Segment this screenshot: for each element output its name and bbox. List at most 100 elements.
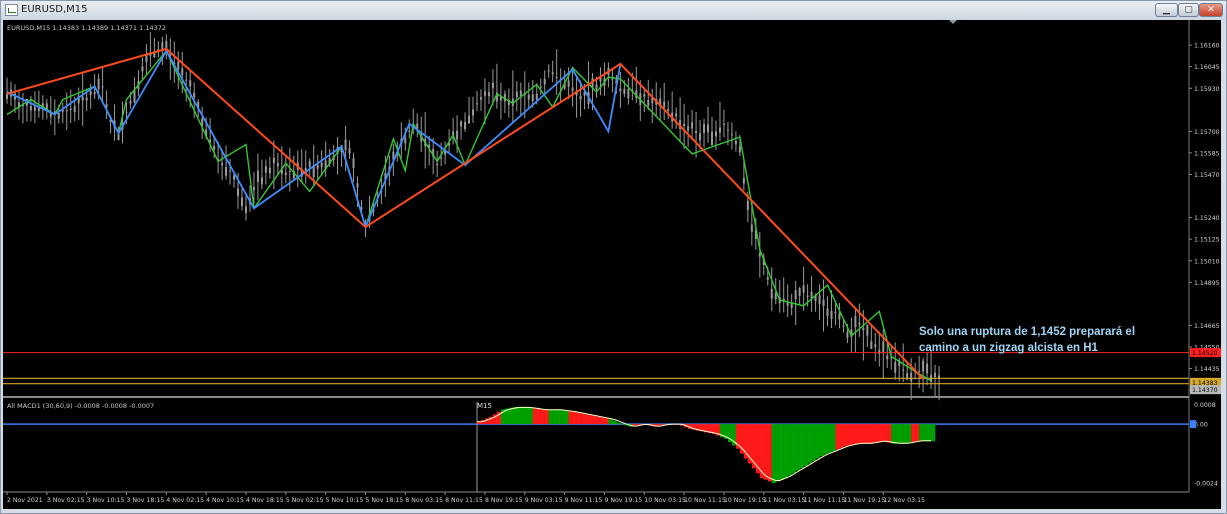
macd-histogram-bar xyxy=(871,424,876,443)
close-button[interactable]: ✕ xyxy=(1199,3,1223,17)
candle-body xyxy=(85,97,88,101)
candle-body xyxy=(260,177,263,185)
candle-body xyxy=(527,94,530,100)
macd-histogram-bar xyxy=(879,424,884,442)
candle-body xyxy=(874,344,877,347)
candle-body xyxy=(894,362,897,373)
time-tick-label: 4 Nov 02:15 xyxy=(166,497,204,504)
macd-histogram-bar xyxy=(520,406,525,425)
macd-histogram-bar xyxy=(891,424,896,444)
candle-body xyxy=(81,96,84,101)
candle-body xyxy=(468,115,471,124)
candle-body xyxy=(535,93,538,100)
candle-body xyxy=(229,170,232,172)
macd-histogram-bar xyxy=(831,424,836,452)
candle-body xyxy=(547,70,550,72)
macd-histogram-bar xyxy=(779,424,784,480)
time-tick-label: 11 Nov 03:15 xyxy=(764,497,806,504)
candle-body xyxy=(830,310,833,320)
macd-histogram-bar xyxy=(656,424,661,426)
candle-body xyxy=(531,94,534,102)
candle-body xyxy=(499,97,502,101)
macd-histogram-bar xyxy=(560,409,565,425)
candle-body xyxy=(579,95,582,100)
minimize-button[interactable]: ▁ xyxy=(1155,3,1178,17)
price-chart[interactable]: M15 1.16160 1.16045 1.15930 1.15700 1.15585 1… xyxy=(3,20,1221,509)
price-tick-label: 1.16160 xyxy=(1194,43,1220,50)
maximize-button[interactable]: ▢ xyxy=(1178,3,1199,17)
timeframe-marker-label: M15 xyxy=(477,402,492,410)
title-bar[interactable]: EURUSD,M15 ▁ ▢ ✕ xyxy=(1,1,1226,20)
candle-body xyxy=(766,277,769,280)
candle-body xyxy=(810,291,813,299)
candle-body xyxy=(683,123,686,126)
macd-histogram-bar xyxy=(827,424,832,453)
macd-histogram-bar xyxy=(564,410,569,425)
candle-body xyxy=(691,122,694,129)
candle-body xyxy=(288,171,291,173)
time-tick-label: 10 Nov 11:15 xyxy=(684,497,726,504)
candle-body xyxy=(312,166,315,178)
macd-histogram-bar xyxy=(899,424,904,444)
macd-histogram-bar xyxy=(919,424,924,442)
candle-body xyxy=(479,97,482,100)
candle-body xyxy=(806,295,809,297)
candle-body xyxy=(663,101,666,108)
macd-histogram-bar xyxy=(592,415,597,425)
candle-body xyxy=(934,372,937,377)
candle-body xyxy=(464,122,467,130)
candle-body xyxy=(264,166,267,173)
candle-body xyxy=(241,197,243,206)
macd-histogram-bar xyxy=(572,411,577,425)
price-tick-label: 1.15125 xyxy=(1194,237,1220,244)
macd-histogram-bar xyxy=(616,422,621,425)
macd-histogram-bar xyxy=(596,416,601,425)
macd-histogram-bar xyxy=(803,424,808,466)
price-tick-label: 1.14435 xyxy=(1194,366,1220,373)
candle-body xyxy=(276,162,279,167)
candle-body xyxy=(675,113,678,117)
candle-body xyxy=(922,360,925,372)
time-tick-label: 3 Nov 02:15 xyxy=(47,497,85,504)
time-tick-label: 4 Nov 18:15 xyxy=(246,497,284,504)
candle-body xyxy=(734,140,737,145)
time-tick-label: 11 Nov 11:15 xyxy=(804,497,846,504)
macd-histogram-bar xyxy=(811,424,816,461)
candle-body xyxy=(714,131,717,137)
macd-histogram-bar xyxy=(600,417,605,425)
price-tick-label: 1.15240 xyxy=(1194,215,1220,222)
candle-body xyxy=(750,224,753,232)
candle-body xyxy=(902,369,905,371)
macd-histogram-bar xyxy=(763,424,768,480)
price-tick-label: 1.14895 xyxy=(1194,280,1220,287)
macd-histogram-bar xyxy=(863,424,868,444)
macd-histogram-bar xyxy=(532,408,537,425)
macd-histogram-bar xyxy=(787,424,792,476)
macd-histogram-bar xyxy=(580,413,585,425)
candle-body xyxy=(161,42,164,50)
macd-histogram-bar xyxy=(528,407,533,425)
macd-histogram-bar xyxy=(931,424,936,442)
candle-body xyxy=(886,355,889,360)
macd-zero-label-box xyxy=(1190,420,1196,429)
candle-body xyxy=(619,88,622,92)
candle-body xyxy=(718,127,721,133)
macd-histogram-bar xyxy=(660,424,665,425)
candle-body xyxy=(404,137,407,144)
candle-body xyxy=(476,103,478,105)
macd-histogram-bar xyxy=(775,424,780,482)
candle-body xyxy=(189,80,192,87)
candle-body xyxy=(65,110,68,112)
candle-body xyxy=(165,40,168,49)
candle-body xyxy=(687,126,690,131)
candle-body xyxy=(221,163,224,166)
candle-body xyxy=(918,370,921,372)
candle-body xyxy=(571,87,574,92)
candle-body xyxy=(854,315,857,327)
candle-body xyxy=(308,160,311,167)
analysis-annotation: Solo una ruptura de 1,1452 preparará el … xyxy=(919,326,1136,354)
macd-histogram-bar xyxy=(608,419,613,425)
macd-histogram-bar xyxy=(536,408,541,425)
candle-body xyxy=(595,84,598,90)
macd-histogram-bar xyxy=(911,424,916,443)
